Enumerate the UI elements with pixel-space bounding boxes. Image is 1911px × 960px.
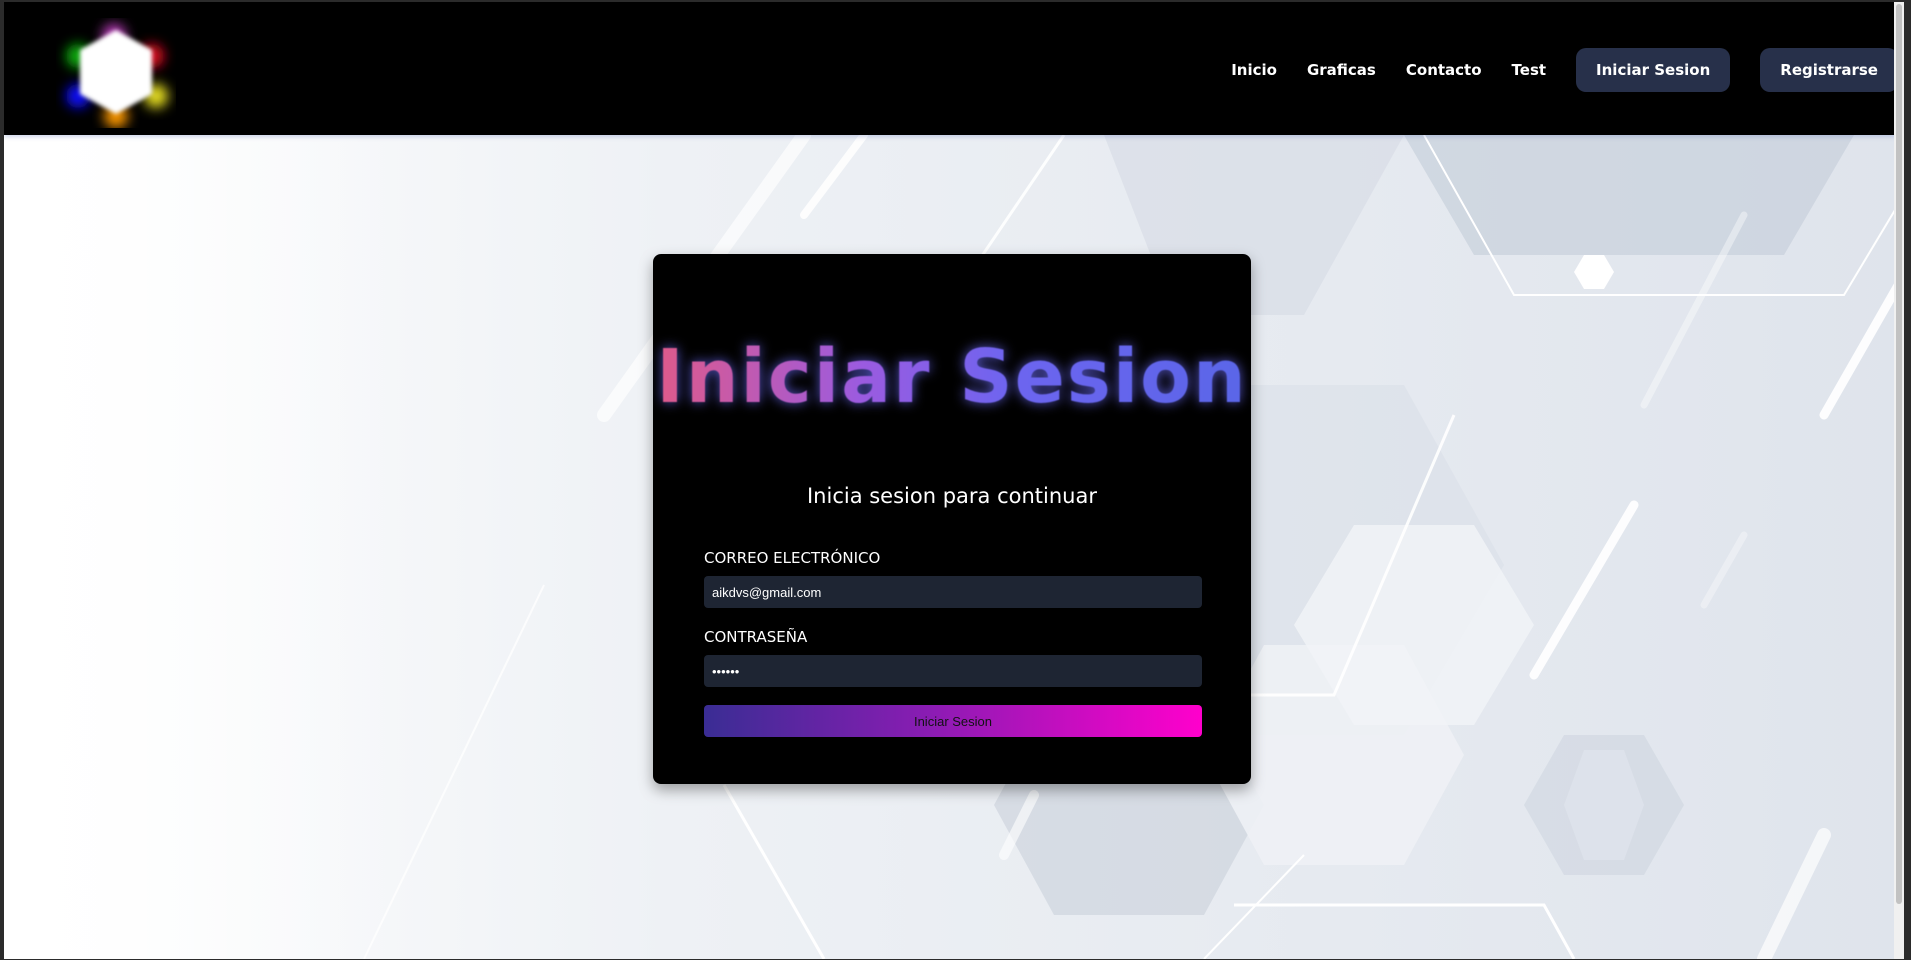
- login-submit-button[interactable]: Iniciar Sesion: [704, 705, 1202, 737]
- email-field[interactable]: [704, 576, 1202, 608]
- page: Inicio Graficas Contacto Test Iniciar Se…: [4, 2, 1904, 959]
- main-navigation: Inicio Graficas Contacto Test Iniciar Se…: [1231, 47, 1904, 93]
- password-label: CONTRASEÑA: [704, 628, 808, 646]
- login-card: Iniciar Sesion Inicia sesion para contin…: [653, 254, 1251, 784]
- scrollbar-thumb[interactable]: [1896, 4, 1902, 904]
- login-subtitle: Inicia sesion para continuar: [806, 484, 1097, 508]
- page-scrollbar[interactable]: [1894, 2, 1904, 959]
- nav-contacto[interactable]: Contacto: [1406, 61, 1482, 79]
- nav-inicio[interactable]: Inicio: [1231, 61, 1277, 79]
- register-nav-button[interactable]: Registrarse: [1760, 48, 1898, 92]
- nav-graficas[interactable]: Graficas: [1307, 61, 1376, 79]
- nav-test[interactable]: Test: [1512, 61, 1547, 79]
- password-field[interactable]: [704, 655, 1202, 687]
- top-navbar: Inicio Graficas Contacto Test Iniciar Se…: [4, 2, 1904, 135]
- email-label: CORREO ELECTRÓNICO: [704, 549, 881, 567]
- hexagon-logo-icon[interactable]: [56, 18, 176, 128]
- login-nav-button[interactable]: Iniciar Sesion: [1576, 48, 1731, 92]
- login-title: Iniciar Sesion: [653, 334, 1251, 420]
